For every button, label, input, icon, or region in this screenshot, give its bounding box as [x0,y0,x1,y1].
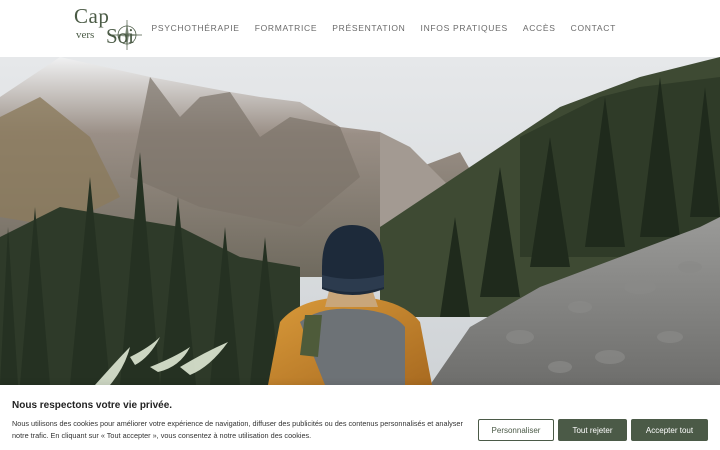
nav-item-contact[interactable]: CONTACT [571,23,616,33]
logo-text-cap: Cap [74,4,110,28]
site-logo[interactable]: Cap vers Soi [72,4,144,54]
customize-button[interactable]: Personnaliser [478,419,554,441]
logo-text-soi: Soi [106,24,135,48]
site-header: Cap vers Soi PSYCHOTHÉRAPIE FORMATRICE P… [0,0,720,57]
nav-item-infos-pratiques[interactable]: INFOS PRATIQUES [421,23,508,33]
logo-text-vers: vers [76,29,95,41]
hero-illustration [0,57,720,385]
cookie-banner-title: Nous respectons votre vie privée. [12,400,173,411]
reject-all-button[interactable]: Tout rejeter [558,419,627,441]
cookie-banner: Nous respectons votre vie privée. Nous u… [0,385,720,450]
main-nav: PSYCHOTHÉRAPIE FORMATRICE PRÉSENTATION I… [151,23,616,33]
nav-item-formatrice[interactable]: FORMATRICE [255,23,318,33]
cookie-banner-text: Nous utilisons des cookies pour améliore… [12,419,463,440]
hero-image [0,57,720,385]
accept-all-button[interactable]: Accepter tout [631,419,708,441]
nav-item-acces[interactable]: ACCÈS [523,23,556,33]
nav-item-psychotherapie[interactable]: PSYCHOTHÉRAPIE [151,23,239,33]
nav-item-presentation[interactable]: PRÉSENTATION [332,23,405,33]
